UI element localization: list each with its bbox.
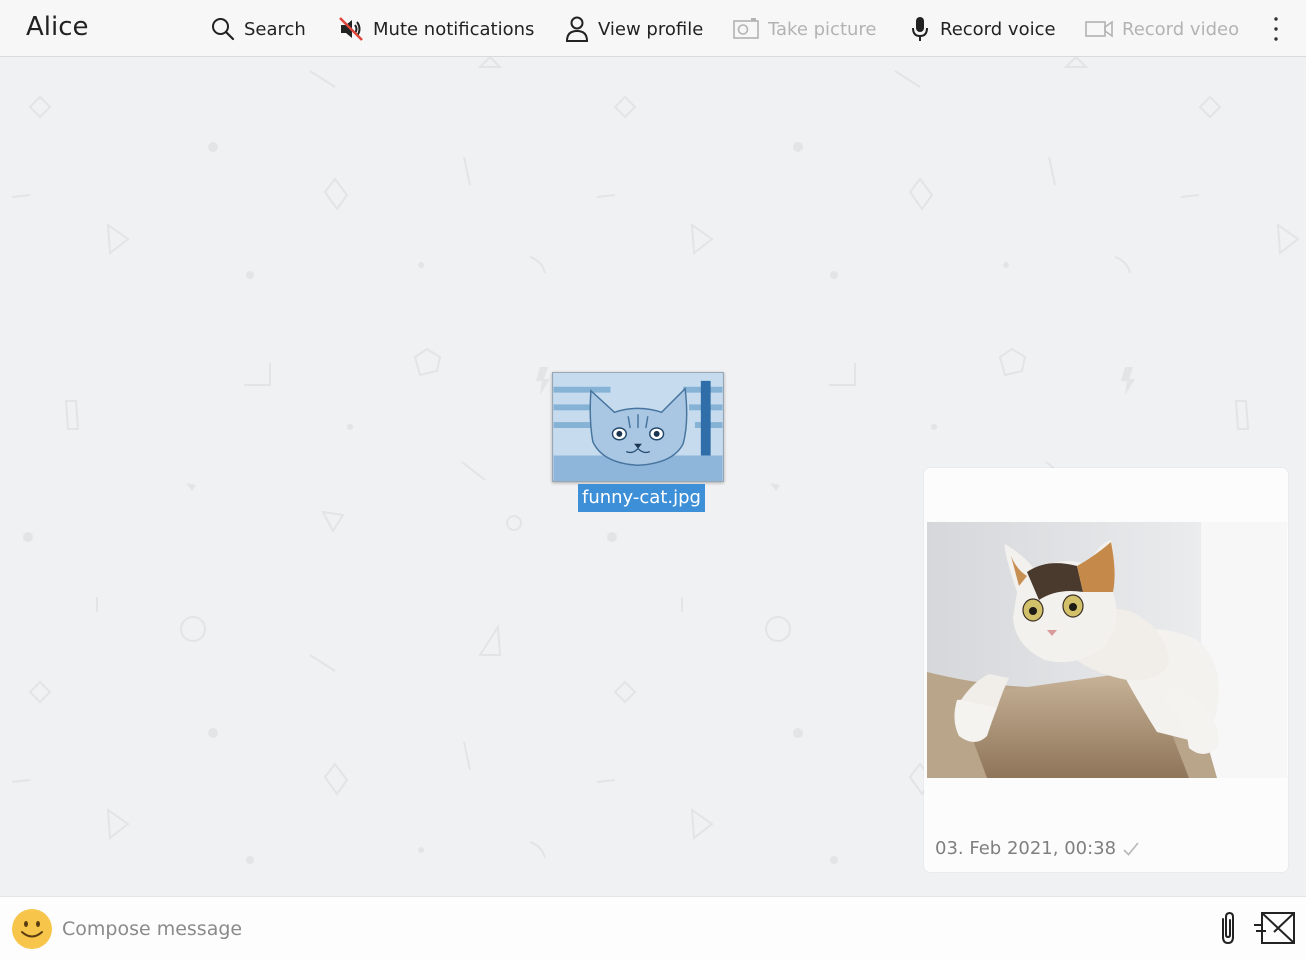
message-bubble[interactable]: 03. Feb 2021, 00:38 [924, 468, 1288, 872]
take-picture-button[interactable]: Take picture [732, 15, 877, 43]
mute-notifications-button[interactable]: Mute notifications [337, 15, 534, 43]
video-camera-icon [1085, 20, 1113, 38]
more-options-button[interactable] [1262, 14, 1290, 44]
message-timestamp-text: 03. Feb 2021, 00:38 [935, 838, 1117, 859]
vertical-dots-icon [1274, 17, 1278, 41]
search-button[interactable]: Search [210, 15, 306, 43]
message-timestamp: 03. Feb 2021, 00:38 [935, 838, 1140, 859]
search-icon [212, 18, 235, 41]
microphone-icon [912, 17, 928, 41]
record-video-button[interactable]: Record video [1084, 15, 1239, 43]
dragged-image-thumbnail [552, 372, 724, 482]
chat-header: Alice Search Mute notifications View pro… [0, 0, 1306, 57]
chat-area: funny-cat.jpg 03. Feb 2021, 00:38 [0, 57, 1306, 896]
paperclip-icon[interactable] [1212, 910, 1244, 946]
emoji-icon[interactable] [11, 908, 53, 950]
drag-file-ghost[interactable]: funny-cat.jpg [552, 372, 724, 516]
message-image[interactable] [927, 522, 1287, 778]
record-video-label: Record video [1122, 18, 1240, 40]
compose-message-input[interactable] [60, 911, 1194, 947]
user-icon [565, 16, 589, 42]
view-profile-button[interactable]: View profile [564, 15, 703, 43]
dragged-file-name: funny-cat.jpg [578, 484, 705, 512]
mute-label: Mute notifications [373, 18, 535, 40]
view-profile-label: View profile [598, 18, 704, 40]
take-picture-label: Take picture [768, 18, 877, 40]
checkmark-icon [1123, 841, 1139, 856]
camera-icon [733, 18, 759, 39]
chat-title: Alice [26, 12, 89, 42]
composer-bar [0, 896, 1306, 960]
record-voice-button[interactable]: Record voice [908, 15, 1056, 43]
send-icon[interactable] [1252, 910, 1296, 946]
record-voice-label: Record voice [940, 18, 1056, 40]
search-label: Search [244, 18, 306, 40]
speaker-muted-icon [339, 17, 363, 41]
